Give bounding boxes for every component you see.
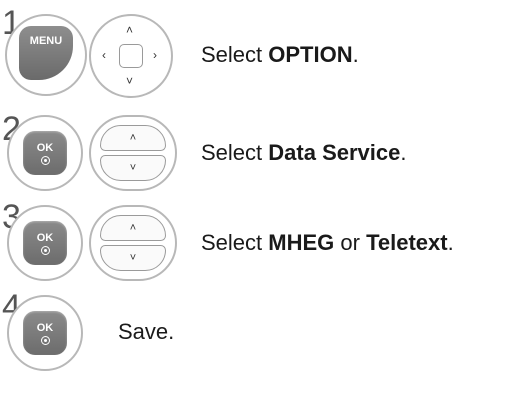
nav-pad-center[interactable]: [119, 44, 143, 68]
instruction-suffix: .: [447, 230, 454, 255]
instruction-prefix: Select: [201, 140, 269, 165]
step-3-instruction: Select MHEG or Teletext.: [201, 230, 454, 256]
menu-button-label: MENU: [29, 35, 63, 47]
chevron-up-icon[interactable]: ˄: [100, 215, 166, 241]
ok-button[interactable]: OK: [23, 221, 67, 265]
chevron-up-icon[interactable]: ˄: [126, 24, 133, 36]
up-down-rocker[interactable]: ˄ ˅: [100, 125, 166, 181]
instruction-target: OPTION: [268, 42, 353, 67]
ok-dot-icon: [40, 245, 50, 255]
instruction-prefix: Select: [201, 230, 269, 255]
nav-pad[interactable]: ˄ ˅ ‹ ›: [89, 14, 173, 98]
chevron-down-icon[interactable]: ˅: [126, 75, 133, 87]
ok-dot-icon: [40, 155, 50, 165]
step-1-instruction: Select OPTION.: [201, 42, 359, 68]
step-2-instruction: Select Data Service.: [201, 140, 406, 166]
ok-button-label: OK: [36, 321, 54, 334]
instruction-target-2: Teletext: [366, 230, 448, 255]
instruction-prefix: Select: [201, 42, 269, 67]
instruction-target: Data Service: [268, 140, 401, 165]
ok-button-label: OK: [36, 231, 54, 244]
chevron-up-icon[interactable]: ˄: [100, 125, 166, 151]
instruction-connector: or: [334, 230, 367, 255]
chevron-left-icon[interactable]: ‹: [102, 49, 106, 61]
chevron-down-icon[interactable]: ˅: [100, 245, 166, 271]
ok-dot-icon: [40, 335, 50, 345]
instruction-suffix: .: [352, 42, 359, 67]
instruction-target: MHEG: [268, 230, 335, 255]
chevron-right-icon[interactable]: ›: [153, 49, 157, 61]
instruction-suffix: .: [400, 140, 407, 165]
up-down-rocker[interactable]: ˄ ˅: [100, 215, 166, 271]
ok-button[interactable]: OK: [23, 311, 67, 355]
step-4-instruction: Save.: [118, 319, 175, 344]
ok-button-label: OK: [36, 141, 54, 154]
chevron-down-icon[interactable]: ˅: [100, 155, 166, 181]
ok-button[interactable]: OK: [23, 131, 67, 175]
